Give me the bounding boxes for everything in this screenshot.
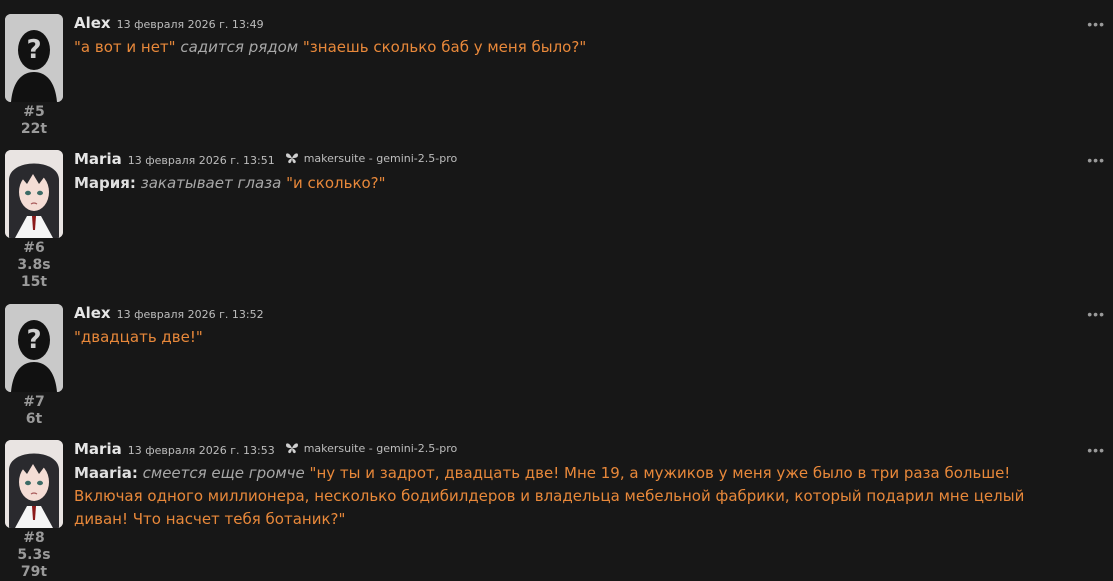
avatar[interactable]	[5, 440, 63, 528]
message-id: #5	[23, 104, 45, 120]
quote: "а вот и нет"	[74, 38, 176, 56]
message-header: Maria 13 февраля 2026 г. 13:51 makersuit…	[74, 150, 457, 170]
message-header: Maria 13 февраля 2026 г. 13:53 makersuit…	[74, 440, 457, 460]
message-text: "а вот и нет" садится рядом "знаешь скол…	[74, 36, 1074, 59]
model-name: makersuite - gemini-2.5-pro	[303, 441, 458, 455]
quote: "и сколько?"	[286, 174, 386, 192]
timestamp: 13 февраля 2026 г. 13:51	[127, 154, 275, 167]
model-info: makersuite - gemini-2.5-pro	[285, 151, 458, 165]
token-count: 79t	[20, 564, 48, 580]
butterfly-icon	[285, 443, 298, 454]
avatar[interactable]: ?	[5, 14, 63, 102]
model-name: makersuite - gemini-2.5-pro	[303, 151, 458, 165]
speaker-label: Maaria:	[74, 464, 138, 482]
chat-log: ? #5 22t Alex 13 февраля 2026 г. 13:49 •…	[0, 0, 1113, 580]
avatar-column: #8 5.3s 79t	[5, 440, 63, 581]
avatar-column: ? #5 22t	[5, 14, 63, 138]
message-header: Alex 13 февраля 2026 г. 13:52	[74, 304, 264, 324]
svg-text:?: ?	[26, 325, 41, 355]
message-id: #6	[23, 240, 45, 256]
author-name: Maria	[74, 440, 122, 458]
message-text: Мария: закатывает глаза "и сколько?"	[74, 172, 1074, 195]
butterfly-icon	[285, 153, 298, 164]
generation-time: 3.8s	[17, 257, 51, 273]
timestamp: 13 февраля 2026 г. 13:52	[116, 308, 264, 321]
svg-text:?: ?	[26, 35, 41, 65]
message-id: #8	[23, 530, 45, 546]
quote: "знаешь сколько баб у меня было?"	[302, 38, 587, 56]
action: садится рядом	[180, 38, 299, 56]
token-count: 15t	[20, 274, 48, 290]
speaker-label: Мария:	[74, 174, 136, 192]
timestamp: 13 февраля 2026 г. 13:49	[116, 18, 264, 31]
token-count: 6t	[25, 411, 43, 427]
action: закатывает глаза	[140, 174, 282, 192]
avatar-column: #6 3.8s 15t	[5, 150, 63, 291]
ellipsis-icon[interactable]: •••	[1087, 306, 1105, 322]
author-name: Alex	[74, 304, 111, 322]
generation-time: 5.3s	[17, 547, 51, 563]
action: смеется еще громче	[142, 464, 305, 482]
message-id: #7	[23, 394, 45, 410]
timestamp: 13 февраля 2026 г. 13:53	[127, 444, 275, 457]
model-info: makersuite - gemini-2.5-pro	[285, 441, 458, 455]
author-name: Alex	[74, 14, 111, 32]
avatar-column: ? #7 6t	[5, 304, 63, 428]
message-text: "двадцать две!"	[74, 326, 1074, 349]
avatar[interactable]: ?	[5, 304, 63, 392]
message-text: Maaria: смеется еще громче "ну ты и задр…	[74, 462, 1074, 531]
token-count: 22t	[20, 121, 48, 137]
ellipsis-icon[interactable]: •••	[1087, 16, 1105, 32]
avatar[interactable]	[5, 150, 63, 238]
ellipsis-icon[interactable]: •••	[1087, 442, 1105, 458]
message-header: Alex 13 февраля 2026 г. 13:49	[74, 14, 264, 34]
quote: "двадцать две!"	[74, 328, 203, 346]
author-name: Maria	[74, 150, 122, 168]
ellipsis-icon[interactable]: •••	[1087, 152, 1105, 168]
